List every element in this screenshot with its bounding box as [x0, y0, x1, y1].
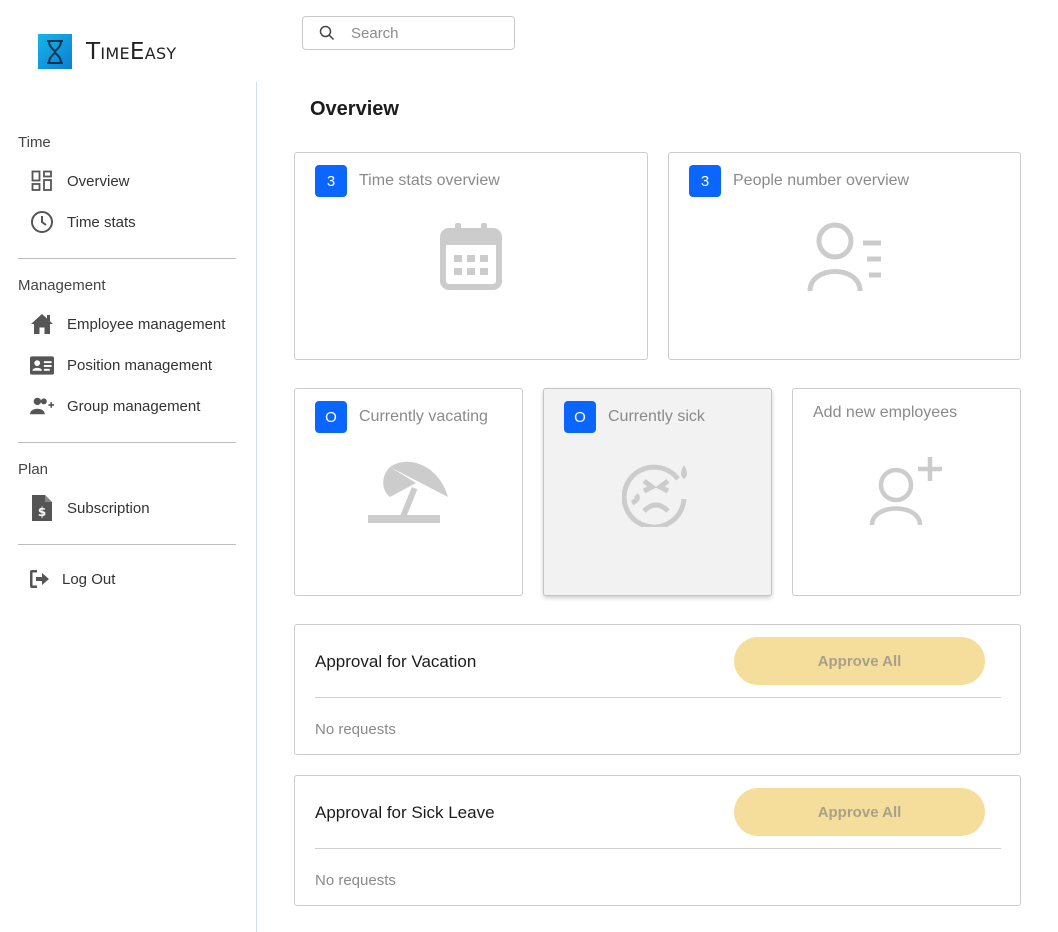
- search-icon: [319, 25, 335, 41]
- sick-face-icon: [544, 459, 771, 527]
- time-stats-card[interactable]: 3 Time stats overview: [294, 152, 648, 360]
- card-title: Add new employees: [813, 404, 958, 421]
- empty-state-text: No requests: [315, 721, 396, 738]
- app-name: TimeEasy: [86, 38, 177, 65]
- logout-label: Log Out: [62, 570, 116, 588]
- sidebar-item-label: Overview: [67, 172, 130, 190]
- sidebar: Time Overview Time stats Management Empl…: [0, 82, 257, 932]
- count-badge: 3: [689, 165, 721, 197]
- sidebar-item-label: Employee management: [67, 315, 226, 333]
- sidebar-item-position-management[interactable]: Position management: [30, 350, 212, 380]
- group-add-icon: [30, 394, 54, 418]
- panel-title: Approval for Sick Leave: [315, 803, 495, 822]
- invoice-icon: $: [30, 495, 54, 521]
- count-badge: 3: [315, 165, 347, 197]
- search-box[interactable]: [302, 16, 515, 50]
- panel-title: Approval for Vacation: [315, 652, 477, 671]
- sidebar-item-label: Subscription: [67, 499, 150, 517]
- section-title-management: Management: [18, 277, 106, 294]
- divider: [18, 258, 236, 259]
- divider: [18, 544, 236, 545]
- clock-icon: [30, 210, 54, 234]
- sick-leave-approval-panel: Approval for Sick Leave Approve All No r…: [294, 775, 1021, 906]
- calendar-icon: [295, 223, 647, 291]
- approve-all-vacation-button[interactable]: Approve All: [734, 637, 985, 685]
- card-title: People number overview: [733, 172, 910, 189]
- hourglass-icon: [38, 34, 72, 69]
- count-badge: O: [315, 401, 347, 433]
- section-title-time: Time: [18, 134, 51, 151]
- logout-icon: [30, 567, 50, 591]
- sidebar-item-group-management[interactable]: Group management: [30, 391, 200, 421]
- home-icon: [30, 312, 54, 336]
- sidebar-item-label: Time stats: [67, 213, 136, 231]
- currently-vacating-card[interactable]: O Currently vacating: [294, 388, 523, 596]
- divider: [315, 848, 1001, 849]
- app-logo[interactable]: TimeEasy: [38, 34, 177, 69]
- card-title: Currently sick: [608, 408, 705, 425]
- empty-state-text: No requests: [315, 872, 396, 889]
- sidebar-item-label: Position management: [67, 356, 213, 374]
- person-list-icon: [669, 221, 1020, 293]
- approve-all-sick-button[interactable]: Approve All: [734, 788, 985, 836]
- logout-button[interactable]: Log Out: [30, 564, 115, 594]
- beach-umbrella-icon: [295, 459, 522, 525]
- divider: [315, 697, 1001, 698]
- person-add-icon: [793, 455, 1020, 527]
- search-input[interactable]: [351, 24, 501, 42]
- dashboard-icon: [30, 169, 54, 193]
- sidebar-item-subscription[interactable]: $ Subscription: [30, 493, 150, 523]
- people-number-card[interactable]: 3 People number overview: [668, 152, 1021, 360]
- count-badge: O: [564, 401, 596, 433]
- sidebar-item-label: Group management: [67, 397, 201, 415]
- sidebar-item-employee-management[interactable]: Employee management: [30, 309, 225, 339]
- add-new-employees-card[interactable]: Add new employees: [792, 388, 1021, 596]
- sidebar-item-time-stats[interactable]: Time stats: [30, 207, 136, 237]
- card-title: Currently vacating: [359, 408, 488, 425]
- svg-text:$: $: [38, 505, 46, 519]
- currently-sick-card[interactable]: O Currently sick: [543, 388, 772, 596]
- card-title: Time stats overview: [359, 172, 500, 189]
- page-title: Overview: [310, 98, 399, 120]
- section-title-plan: Plan: [18, 461, 49, 478]
- sidebar-item-overview[interactable]: Overview: [30, 166, 130, 196]
- id-card-icon: [30, 353, 54, 377]
- divider: [18, 442, 236, 443]
- vacation-approval-panel: Approval for Vacation Approve All No req…: [294, 624, 1021, 755]
